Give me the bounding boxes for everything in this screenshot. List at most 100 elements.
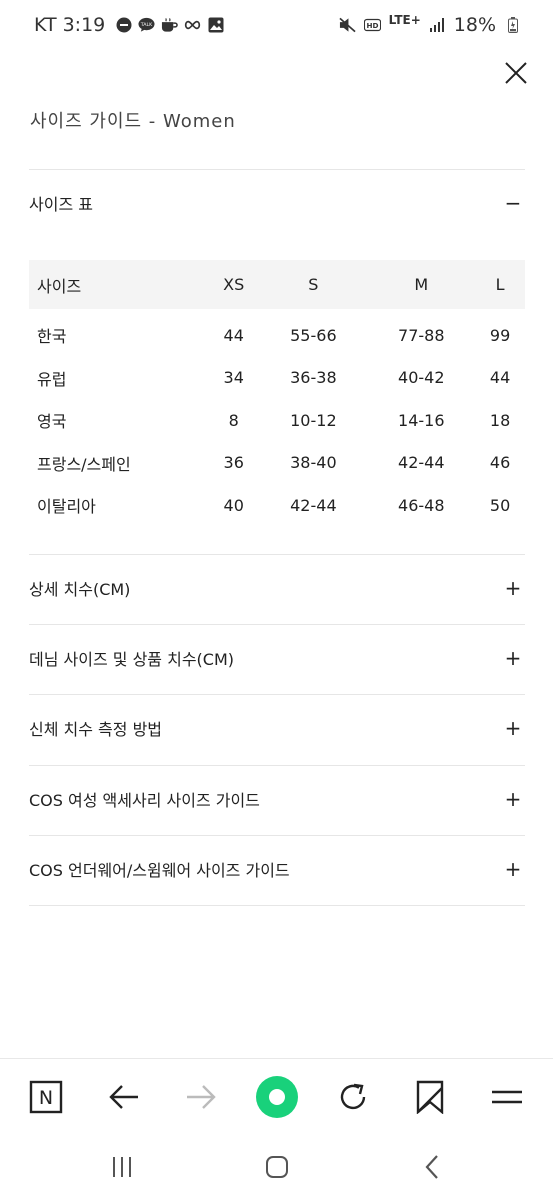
back-icon bbox=[425, 1155, 438, 1179]
table-cell: 36 bbox=[223, 453, 244, 473]
back-button[interactable] bbox=[104, 1077, 144, 1117]
accordion-label: 상세 치수(CM) bbox=[29, 580, 131, 599]
expand-icon: + bbox=[504, 716, 522, 740]
refresh-icon bbox=[340, 1083, 366, 1110]
table-cell: 55-66 bbox=[290, 325, 337, 345]
expand-icon: + bbox=[504, 787, 522, 811]
table-cell: 42-44 bbox=[290, 495, 337, 515]
close-button[interactable] bbox=[503, 60, 529, 86]
table-cell: 40 bbox=[223, 495, 244, 515]
menu-button[interactable] bbox=[487, 1077, 527, 1117]
table-row: 프랑스/스페인 36 38-40 42-44 46 bbox=[29, 442, 525, 485]
accordion-detail-measurements[interactable]: 상세 치수(CM) + bbox=[29, 568, 525, 608]
clock: 3:19 bbox=[62, 14, 106, 36]
table-row: 한국 44 55-66 77-88 99 bbox=[29, 309, 525, 357]
table-cell: 8 bbox=[228, 410, 239, 430]
divider bbox=[29, 554, 525, 555]
table-cell: 유럽 bbox=[37, 369, 67, 389]
bookmark-icon bbox=[416, 1080, 444, 1114]
table-row: 영국 8 10-12 14-16 18 bbox=[29, 399, 525, 442]
divider bbox=[29, 694, 525, 695]
column-header: L bbox=[495, 275, 505, 294]
menu-icon bbox=[492, 1090, 522, 1104]
browser-toolbar: N bbox=[0, 1058, 553, 1137]
svg-text:TALK: TALK bbox=[140, 22, 153, 28]
accordion-label: 사이즈 표 bbox=[29, 195, 93, 214]
table-cell: 46 bbox=[489, 453, 511, 473]
bookmark-button[interactable] bbox=[410, 1077, 450, 1117]
divider bbox=[29, 905, 525, 906]
accordion-denim-size[interactable]: 데님 사이즈 및 상품 치수(CM) + bbox=[29, 638, 525, 678]
gallery-icon bbox=[207, 17, 224, 34]
table-cell: 36-38 bbox=[290, 368, 337, 388]
battery-percent: 18% bbox=[453, 14, 496, 36]
table-cell: 10-12 bbox=[290, 410, 337, 430]
accordion-label: COS 여성 액세사리 사이즈 가이드 bbox=[29, 791, 260, 810]
forward-button[interactable] bbox=[181, 1077, 221, 1117]
divider bbox=[29, 765, 525, 766]
naver-home-icon: N bbox=[29, 1080, 63, 1114]
expand-icon: + bbox=[504, 857, 522, 881]
green-dot-button[interactable] bbox=[254, 1074, 300, 1120]
column-header: XS bbox=[223, 275, 245, 294]
naver-home-button[interactable]: N bbox=[26, 1077, 66, 1117]
accordion-label: 신체 치수 측정 방법 bbox=[29, 720, 163, 739]
accordion-label: 데님 사이즈 및 상품 치수(CM) bbox=[29, 650, 235, 669]
recent-apps-icon bbox=[113, 1157, 131, 1177]
size-table: 사이즈 XS S M L 한국 44 55-66 77-88 99 유럽 34 … bbox=[29, 260, 525, 527]
recent-apps-button[interactable] bbox=[107, 1152, 137, 1182]
table-cell: 44 bbox=[489, 368, 511, 388]
back-arrow-icon bbox=[109, 1085, 138, 1109]
svg-text:HD: HD bbox=[366, 21, 378, 30]
page-title: 사이즈 가이드 - Women bbox=[30, 111, 236, 132]
kakaotalk-icon: TALK bbox=[138, 17, 155, 34]
table-cell: 38-40 bbox=[290, 453, 337, 473]
signal-icon bbox=[429, 17, 446, 34]
table-cell: 34 bbox=[223, 368, 244, 388]
expand-icon: + bbox=[504, 646, 522, 670]
hd-icon: HD bbox=[363, 17, 381, 34]
table-cell: 46-48 bbox=[398, 495, 445, 515]
table-cell: 42-44 bbox=[398, 453, 445, 473]
column-header: S bbox=[308, 275, 319, 294]
dnd-icon bbox=[115, 17, 132, 34]
green-dot-icon bbox=[256, 1076, 298, 1118]
expand-icon: + bbox=[504, 576, 522, 600]
table-cell: 18 bbox=[489, 410, 511, 430]
table-cell: 한국 bbox=[37, 327, 67, 347]
system-back-button[interactable] bbox=[417, 1152, 447, 1182]
table-cell: 99 bbox=[489, 325, 511, 345]
table-cell: 77-88 bbox=[398, 325, 445, 345]
table-header-row: 사이즈 XS S M L bbox=[29, 260, 525, 309]
table-row: 유럽 34 36-38 40-42 44 bbox=[29, 357, 525, 400]
infinity-icon bbox=[184, 17, 201, 34]
close-icon bbox=[505, 62, 527, 84]
accordion-size-chart[interactable]: 사이즈 표 − bbox=[29, 183, 525, 223]
svg-text:N: N bbox=[39, 1087, 53, 1109]
battery-icon bbox=[504, 17, 521, 34]
accordion-label: COS 언더웨어/스윔웨어 사이즈 가이드 bbox=[29, 861, 290, 880]
table-row: 이탈리아 40 42-44 46-48 50 bbox=[29, 484, 525, 527]
status-bar: KT 3:19 TALK HD LTE+ 18% bbox=[0, 0, 553, 50]
accordion-how-to-measure[interactable]: 신체 치수 측정 방법 + bbox=[29, 708, 525, 748]
table-cell: 44 bbox=[223, 325, 244, 345]
table-cell: 영국 bbox=[37, 412, 67, 432]
mute-icon bbox=[339, 17, 356, 34]
column-header: M bbox=[414, 275, 429, 294]
forward-arrow-icon bbox=[187, 1085, 216, 1109]
divider bbox=[29, 624, 525, 625]
home-icon bbox=[266, 1156, 288, 1178]
divider bbox=[29, 169, 525, 170]
home-button[interactable] bbox=[262, 1152, 292, 1182]
accordion-accessories-guide[interactable]: COS 여성 액세사리 사이즈 가이드 + bbox=[29, 779, 525, 819]
table-cell: 50 bbox=[489, 495, 511, 515]
carrier-label: KT bbox=[34, 14, 57, 36]
collapse-icon: − bbox=[504, 191, 522, 215]
refresh-button[interactable] bbox=[333, 1077, 373, 1117]
divider bbox=[29, 835, 525, 836]
table-cell: 이탈리아 bbox=[37, 497, 96, 517]
column-header: 사이즈 bbox=[37, 276, 82, 296]
table-cell: 14-16 bbox=[398, 410, 445, 430]
network-type: LTE+ bbox=[388, 13, 421, 27]
accordion-underwear-guide[interactable]: COS 언더웨어/스윔웨어 사이즈 가이드 + bbox=[29, 849, 525, 889]
